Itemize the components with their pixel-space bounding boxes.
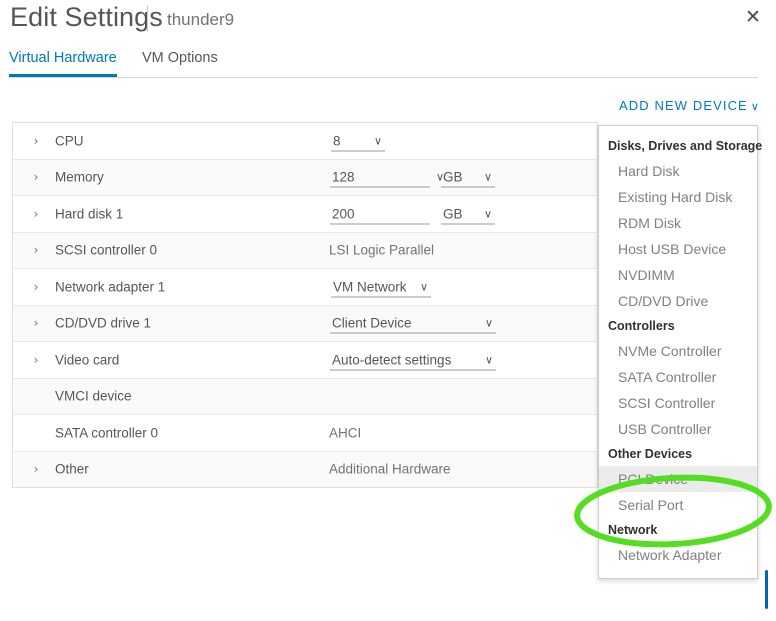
table-row[interactable]: › Network adapter 1 VM Network ∨ (13, 269, 597, 306)
menu-item-existing-hard-disk[interactable]: Existing Hard Disk (599, 184, 757, 210)
sata-controller-value: AHCI (329, 425, 362, 441)
row-label-scsi-controller-0: SCSI controller 0 (55, 242, 158, 258)
other-value: Additional Hardware (329, 461, 451, 477)
chevron-down-icon: ∨ (483, 207, 492, 221)
page-title: Edit Settings (10, 2, 163, 32)
row-label-cpu: CPU (55, 133, 84, 149)
add-new-device-menu[interactable]: Disks, Drives and Storage Hard Disk Exis… (598, 125, 763, 579)
tab-virtual-hardware[interactable]: Virtual Hardware (9, 50, 117, 77)
menu-item-cd-dvd-drive[interactable]: CD/DVD Drive (599, 288, 757, 314)
chevron-down-icon: ∨ (483, 170, 492, 184)
menu-item-scsi-controller[interactable]: SCSI Controller (599, 390, 757, 416)
menu-group-controllers: Controllers (608, 319, 675, 333)
menu-item-nvme-controller[interactable]: NVMe Controller (599, 338, 757, 364)
chevron-down-icon: ∨ (484, 353, 493, 367)
table-row[interactable]: › CD/DVD drive 1 Client Device ∨ (13, 305, 597, 342)
video-card-select[interactable]: Auto-detect settings ∨ (330, 349, 496, 371)
memory-unit-value: GB (443, 169, 463, 185)
vm-name-label: thunder9 (167, 10, 235, 29)
menu-item-sata-controller[interactable]: SATA Controller (599, 364, 757, 390)
hard-disk-size-value: 200 (332, 206, 355, 222)
hard-disk-size-input[interactable]: 200 (330, 203, 430, 225)
expand-chevron-icon[interactable]: › (30, 462, 42, 476)
hard-disk-unit-value: GB (443, 206, 463, 222)
table-row: SATA controller 0 AHCI (13, 415, 597, 452)
tab-vm-options[interactable]: VM Options (142, 50, 218, 74)
row-label-vmci-device: VMCI device (55, 388, 132, 404)
expand-chevron-icon[interactable]: › (30, 243, 42, 257)
menu-group-network: Network (608, 523, 658, 537)
close-icon[interactable]: ✕ (740, 4, 766, 30)
tab-bar: Virtual Hardware VM Options (0, 50, 776, 78)
add-new-device-label: ADD NEW DEVICE (619, 98, 748, 113)
menu-group-other-devices: Other Devices (608, 447, 693, 461)
add-new-device-button[interactable]: ADD NEW DEVICE ∨ (619, 98, 760, 113)
table-row[interactable]: › Memory 128 ∨ GB ∨ (13, 159, 597, 196)
hard-disk-unit-select[interactable]: GB ∨ (441, 203, 495, 225)
menu-item-network-adapter[interactable]: Network Adapter (599, 542, 757, 568)
row-label-cd-dvd-drive-1: CD/DVD drive 1 (55, 315, 152, 331)
menu-item-hard-disk[interactable]: Hard Disk (599, 158, 757, 184)
dialog-header: Edit Settings thunder9 ✕ (0, 0, 776, 48)
scsi-controller-value: LSI Logic Parallel (329, 242, 435, 258)
cpu-count-value: 8 (333, 133, 341, 149)
tab-bar-divider (9, 77, 758, 78)
network-adapter-value: VM Network (333, 279, 407, 295)
memory-size-value: 128 (332, 169, 355, 185)
expand-chevron-icon[interactable]: › (30, 170, 42, 184)
row-label-hard-disk-1: Hard disk 1 (55, 206, 124, 222)
cpu-count-select[interactable]: 8 ∨ (331, 130, 385, 152)
memory-size-input[interactable]: 128 (330, 167, 430, 188)
table-row: VMCI device (13, 378, 597, 415)
title-divider (147, 5, 148, 32)
table-row[interactable]: › Video card Auto-detect settings ∨ (13, 342, 597, 379)
menu-group-disks-drives-and-storage: Disks, Drives and Storage (608, 139, 763, 153)
menu-item-serial-port[interactable]: Serial Port (599, 492, 757, 518)
menu-item-rdm-disk[interactable]: RDM Disk (599, 210, 757, 236)
row-label-memory: Memory (55, 169, 104, 185)
table-row[interactable]: › Other Additional Hardware (13, 451, 597, 488)
network-adapter-select[interactable]: VM Network ∨ (331, 276, 431, 298)
table-row[interactable]: › SCSI controller 0 LSI Logic Parallel (13, 232, 597, 269)
memory-unit-select[interactable]: GB ∨ (441, 167, 495, 188)
video-card-value: Auto-detect settings (332, 352, 452, 368)
expand-chevron-icon[interactable]: › (30, 316, 42, 330)
cd-dvd-drive-value: Client Device (332, 315, 412, 331)
expand-chevron-icon[interactable]: › (30, 207, 42, 221)
menu-item-usb-controller[interactable]: USB Controller (599, 416, 757, 442)
chevron-down-icon: ∨ (419, 280, 428, 294)
row-label-network-adapter-1: Network adapter 1 (55, 279, 166, 295)
menu-item-host-usb-device[interactable]: Host USB Device (599, 236, 757, 262)
table-row[interactable]: › CPU 8 ∨ (13, 123, 597, 160)
menu-item-pci-device[interactable]: PCI Device (599, 466, 757, 492)
cd-dvd-drive-select[interactable]: Client Device ∨ (330, 313, 496, 334)
row-label-sata-controller-0: SATA controller 0 (55, 425, 159, 441)
chevron-down-icon: ∨ (484, 316, 493, 330)
row-label-other: Other (55, 461, 89, 477)
chevron-down-icon: ∨ (750, 100, 760, 113)
table-row[interactable]: › Hard disk 1 200 GB ∨ (13, 196, 597, 233)
chevron-down-icon: ∨ (373, 134, 382, 148)
expand-chevron-icon[interactable]: › (30, 280, 42, 294)
virtual-hardware-table: › CPU 8 ∨ › Memory 128 ∨ GB ∨ › Hard dis… (12, 122, 598, 488)
expand-chevron-icon[interactable]: › (30, 134, 42, 148)
row-label-video-card: Video card (55, 352, 120, 368)
expand-chevron-icon[interactable]: › (30, 353, 42, 367)
menu-scrollbar[interactable] (765, 570, 768, 609)
menu-item-nvdimm[interactable]: NVDIMM (599, 262, 757, 288)
